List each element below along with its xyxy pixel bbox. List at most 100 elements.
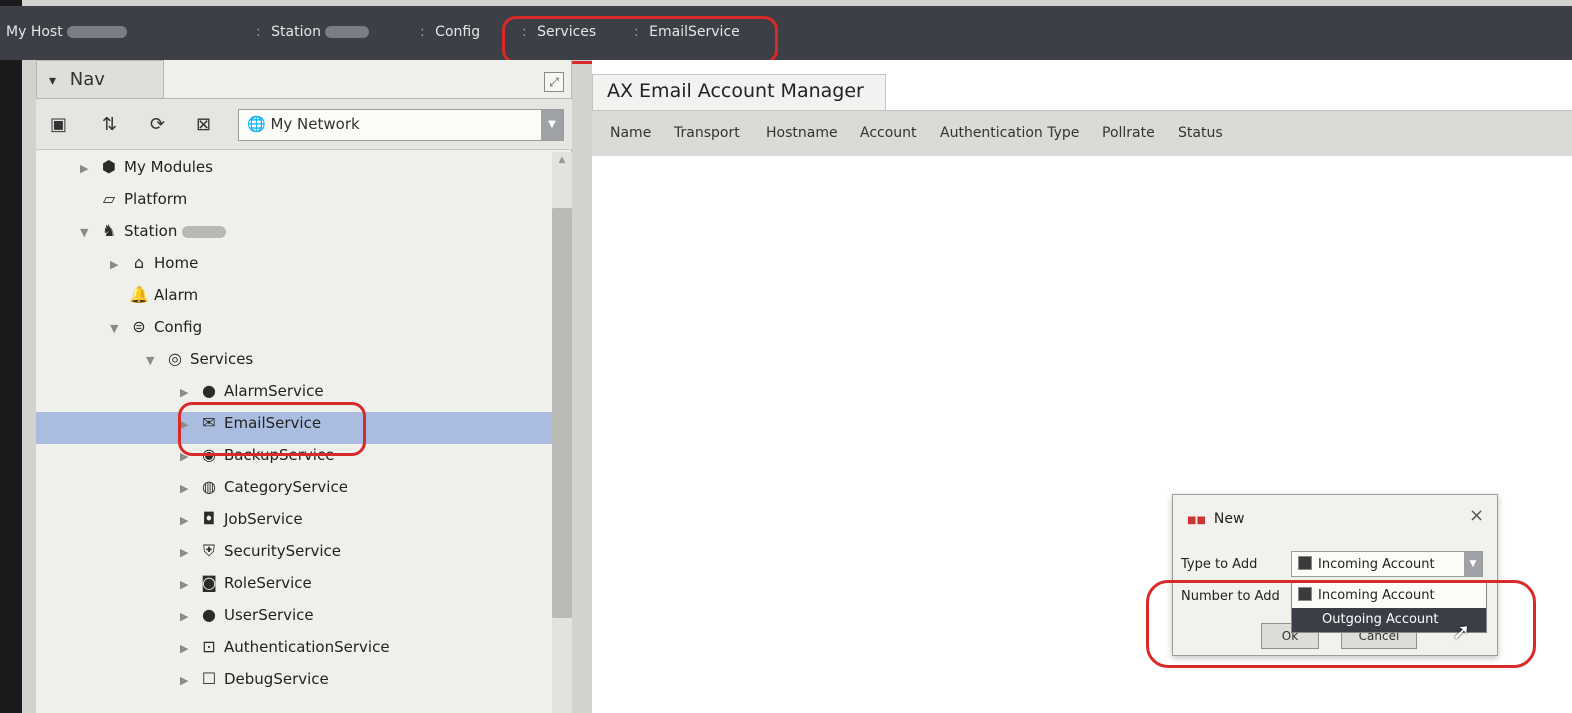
tree-node-category-service[interactable]: ▶ ◍ CategoryService bbox=[180, 472, 348, 502]
tree-node-label: RoleService bbox=[224, 574, 312, 592]
maximize-icon[interactable]: ⤢ bbox=[544, 72, 564, 92]
database-icon: ⊜ bbox=[132, 317, 146, 336]
tree-node-label: UserService bbox=[224, 606, 314, 624]
sort-arrows-icon[interactable]: ⇅ bbox=[102, 114, 117, 135]
tree-node-label: AlarmService bbox=[224, 382, 324, 400]
tree-node-user-service[interactable]: ▶ ● UserService bbox=[180, 600, 314, 630]
alarm-service-icon: ● bbox=[202, 381, 216, 400]
nav-panel: ▾ Nav ⤢ ▣ ⇅ ⟳ ⊠ 🌐 My Network ▼ ▶ ⬢ My Modu… bbox=[36, 60, 572, 713]
tree-node-my-modules[interactable]: ▶ ⬢ My Modules bbox=[80, 152, 213, 182]
crumb-config-label: Config bbox=[435, 24, 481, 40]
expand-arrow-icon[interactable]: ▶ bbox=[180, 378, 198, 408]
tree-node-label: Station bbox=[124, 222, 178, 240]
column-header-name[interactable]: Name bbox=[610, 125, 651, 141]
tree-node-alarm-service[interactable]: ▶ ● AlarmService bbox=[180, 376, 324, 406]
close-icon[interactable]: × bbox=[1469, 505, 1484, 526]
option-label: Incoming Account bbox=[1318, 588, 1435, 603]
collapse-arrow-icon[interactable]: ▼ bbox=[110, 314, 128, 344]
scroll-up-icon[interactable]: ▲ bbox=[552, 155, 572, 169]
close-box-icon[interactable]: ⊠ bbox=[196, 114, 211, 135]
tree-node-authentication-service[interactable]: ▶ ⊡ AuthenticationService bbox=[180, 632, 390, 662]
tree-node-home[interactable]: ▶ ⌂ Home bbox=[110, 248, 198, 278]
nav-scrollbar-thumb[interactable] bbox=[552, 208, 572, 618]
tree-node-security-service[interactable]: ▶ ⛨ SecurityService bbox=[180, 536, 341, 566]
expand-arrow-icon[interactable]: ▶ bbox=[180, 538, 198, 568]
redacted-station-name bbox=[182, 225, 227, 238]
column-header-hostname[interactable]: Hostname bbox=[766, 125, 838, 141]
network-select[interactable]: 🌐 My Network ▼ bbox=[238, 109, 564, 141]
tree-node-backup-service[interactable]: ▶ ◉ BackupService bbox=[180, 440, 334, 470]
tree-node-services[interactable]: ▼ ◎ Services bbox=[146, 344, 253, 374]
tree-node-role-service[interactable]: ▶ ◙ RoleService bbox=[180, 568, 312, 598]
tree-node-station[interactable]: ▼ ♞ Station bbox=[80, 216, 227, 248]
table-header: Name Transport Hostname Account Authenti… bbox=[592, 110, 1572, 156]
mouse-cursor-icon: ➚ bbox=[1452, 620, 1471, 645]
column-header-transport[interactable]: Transport bbox=[674, 125, 740, 141]
chevron-down-icon[interactable]: ▼ bbox=[1464, 552, 1482, 576]
expand-arrow-icon[interactable]: ▶ bbox=[180, 506, 198, 536]
tree-node-label: Config bbox=[154, 318, 203, 336]
crumb-email-service[interactable]: : EmailService bbox=[634, 24, 740, 40]
crumb-services[interactable]: : Services bbox=[522, 24, 596, 40]
tree-node-platform[interactable]: ▱ Platform bbox=[98, 184, 187, 214]
type-to-add-select[interactable]: Incoming Account ▼ bbox=[1291, 551, 1483, 577]
nav-tab-label: Nav bbox=[69, 69, 105, 90]
lock-icon: ⊡ bbox=[202, 637, 216, 656]
nav-tab[interactable]: ▾ Nav bbox=[36, 60, 164, 98]
expand-arrow-icon[interactable]: ▶ bbox=[180, 474, 198, 504]
tree-node-alarm[interactable]: 🔔 Alarm bbox=[128, 280, 198, 310]
collapse-arrow-icon[interactable]: ▼ bbox=[80, 218, 98, 248]
breadcrumb: My Host : Station : Config : Services : … bbox=[0, 6, 1572, 60]
expand-arrow-icon[interactable]: ▶ bbox=[180, 666, 198, 696]
tree-node-config[interactable]: ▼ ⊜ Config bbox=[110, 312, 202, 342]
bell-icon: 🔔 bbox=[129, 285, 149, 304]
crumb-separator: : bbox=[420, 24, 425, 40]
expand-arrow-icon[interactable]: ▶ bbox=[180, 602, 198, 632]
crumb-station[interactable]: : Station bbox=[256, 24, 370, 40]
chevron-down-icon[interactable]: ▼ bbox=[541, 110, 563, 140]
tree-node-email-service[interactable]: ▶ ✉ EmailService bbox=[180, 408, 321, 438]
account-cube-icon bbox=[1298, 587, 1312, 601]
tree-node-label: EmailService bbox=[224, 414, 322, 432]
account-cube-icon bbox=[1298, 556, 1312, 570]
crumb-host[interactable]: My Host bbox=[6, 24, 128, 40]
debug-icon: ☐ bbox=[201, 669, 217, 688]
tree-node-debug-service[interactable]: ▶ ☐ DebugService bbox=[180, 664, 329, 694]
crumb-config[interactable]: : Config bbox=[420, 24, 480, 40]
crumb-station-label: Station bbox=[271, 24, 321, 40]
tree-node-job-service[interactable]: ▶ ◘ JobService bbox=[180, 504, 303, 534]
column-header-account[interactable]: Account bbox=[860, 125, 917, 141]
expand-arrow-icon[interactable]: ▶ bbox=[110, 250, 128, 280]
tree-node-label: Alarm bbox=[154, 286, 199, 304]
role-icon: ◙ bbox=[201, 573, 217, 592]
tree-node-label: DebugService bbox=[224, 670, 329, 688]
network-select-value: My Network bbox=[270, 115, 360, 133]
tree-node-label: My Modules bbox=[124, 158, 213, 176]
number-to-add-label: Number to Add bbox=[1181, 589, 1280, 604]
type-to-add-label: Type to Add bbox=[1181, 557, 1258, 572]
redacted-station-name bbox=[325, 26, 370, 38]
expand-arrow-icon[interactable]: ▶ bbox=[180, 410, 198, 440]
new-window-icon[interactable]: ▣ bbox=[50, 114, 67, 135]
crumb-services-label: Services bbox=[537, 24, 597, 40]
expand-arrow-icon[interactable]: ▶ bbox=[180, 442, 198, 472]
column-header-authentication-type[interactable]: Authentication Type bbox=[940, 125, 1079, 141]
tree-node-label: CategoryService bbox=[224, 478, 348, 496]
column-header-pollrate[interactable]: Pollrate bbox=[1102, 125, 1155, 141]
dropdown-option-incoming-account[interactable]: Incoming Account bbox=[1292, 584, 1486, 608]
tree-node-label: BackupService bbox=[224, 446, 335, 464]
refresh-icon[interactable]: ⟳ bbox=[150, 114, 165, 135]
tab-email-account-manager[interactable]: AX Email Account Manager bbox=[592, 74, 886, 110]
expand-arrow-icon[interactable]: ▶ bbox=[80, 154, 98, 184]
monitor-bezel bbox=[0, 0, 22, 713]
tree-node-label: SecurityService bbox=[224, 542, 342, 560]
collapse-arrow-icon[interactable]: ▼ bbox=[146, 346, 164, 376]
modules-icon: ⬢ bbox=[102, 157, 116, 176]
dialog-title: ■■ New bbox=[1187, 511, 1244, 527]
type-to-add-value: Incoming Account bbox=[1318, 557, 1435, 572]
column-header-status[interactable]: Status bbox=[1178, 125, 1223, 141]
services-icon: ◎ bbox=[168, 349, 182, 368]
expand-arrow-icon[interactable]: ▶ bbox=[180, 634, 198, 664]
crumb-separator: : bbox=[522, 24, 527, 40]
expand-arrow-icon[interactable]: ▶ bbox=[180, 570, 198, 600]
